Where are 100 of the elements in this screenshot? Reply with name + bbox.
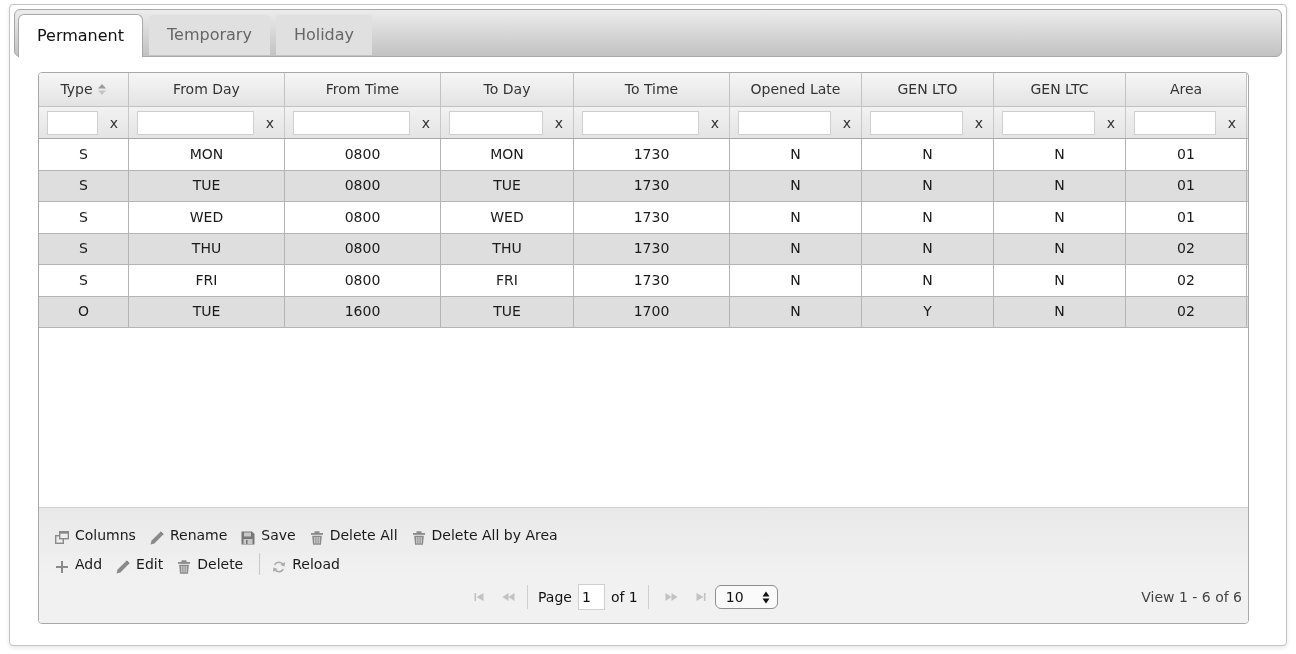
toolbar-button[interactable]: Columns [55, 524, 136, 545]
clear-filter-button[interactable]: x [967, 115, 991, 130]
page-size-select[interactable]: 10 [714, 585, 778, 609]
table-cell: N [862, 170, 994, 201]
clear-filter-button[interactable]: x [703, 115, 727, 130]
column-header[interactable]: Area [1126, 73, 1247, 107]
page-input[interactable]: 1 [577, 584, 605, 610]
table-cell: THU [129, 233, 285, 264]
page-label: Page [538, 587, 572, 607]
filter-input[interactable] [738, 110, 831, 135]
table-cell: N [730, 265, 862, 296]
filter-input[interactable] [293, 110, 410, 135]
toolbar-button[interactable]: Save [241, 524, 296, 545]
column-header[interactable]: From Time [285, 73, 441, 107]
clear-filter-button[interactable]: x [102, 115, 126, 130]
tab[interactable]: Holiday [275, 15, 372, 55]
table-cell: 02 [1126, 296, 1247, 327]
table-cell: WED [129, 202, 285, 233]
table-cell: 01 [1126, 139, 1247, 170]
table-cell: 1730 [574, 202, 730, 233]
table-cell: N [994, 233, 1126, 264]
toolbar-button[interactable]: Delete [177, 554, 244, 575]
clear-filter-button[interactable]: x [835, 115, 859, 130]
table-cell: N [994, 170, 1126, 201]
table-cell: 1700 [574, 296, 730, 327]
tab[interactable]: Permanent [18, 14, 143, 57]
table-cell: 02 [1126, 233, 1247, 264]
table-cell: 01 [1126, 170, 1247, 201]
column-header[interactable]: Type [39, 73, 129, 107]
column-header[interactable]: GEN LTC [994, 73, 1126, 107]
column-header[interactable]: From Day [129, 73, 285, 107]
table-cell: FRI [441, 265, 574, 296]
record-count-text: View 1 - 6 of 6 [1141, 587, 1242, 607]
table-cell: FRI [129, 265, 285, 296]
table-cell: N [994, 296, 1126, 327]
table-cell: N [730, 202, 862, 233]
table-cell: 0800 [285, 139, 441, 170]
table-cell: S [39, 139, 129, 170]
table-cell: TUE [129, 170, 285, 201]
toolbar-button[interactable]: Delete All [309, 524, 398, 545]
table-cell: N [730, 139, 862, 170]
trash-icon [177, 560, 192, 575]
table-cell: MON [129, 139, 285, 170]
table-cell: 1730 [574, 170, 730, 201]
filter-input[interactable] [1134, 110, 1216, 135]
filter-input[interactable] [870, 110, 963, 135]
filter-input[interactable] [582, 110, 699, 135]
table-cell: 0800 [285, 170, 441, 201]
filter-input[interactable] [1002, 110, 1095, 135]
column-header[interactable]: To Day [441, 73, 574, 107]
column-header[interactable]: To Time [574, 73, 730, 107]
plus-icon [55, 560, 69, 575]
table-cell: N [862, 202, 994, 233]
table-cell: 0800 [285, 202, 441, 233]
clear-filter-button[interactable]: x [414, 115, 438, 130]
filter-input[interactable] [449, 110, 543, 135]
table-cell: 0800 [285, 233, 441, 264]
table-cell: N [994, 202, 1126, 233]
table-cell: O [39, 296, 129, 327]
pencil-icon [116, 560, 131, 575]
table-cell: 1730 [574, 233, 730, 264]
toolbar-button[interactable]: Edit [116, 554, 164, 575]
trash-icon [411, 530, 426, 545]
table-cell: 1600 [285, 296, 441, 327]
column-header[interactable]: GEN LTO [862, 73, 994, 107]
table-cell: N [862, 265, 994, 296]
clear-filter-button[interactable]: x [258, 115, 282, 130]
table-cell: TUE [441, 170, 574, 201]
clear-filter-button[interactable]: x [1099, 115, 1123, 130]
filter-input[interactable] [137, 110, 254, 135]
table-cell: 1730 [574, 265, 730, 296]
table-cell: N [862, 233, 994, 264]
column-header[interactable]: Opened Late [730, 73, 862, 107]
table-cell: 1730 [574, 139, 730, 170]
reload-icon [272, 560, 287, 575]
table-cell: N [994, 139, 1126, 170]
toolbar-button[interactable]: Delete All by Area [411, 524, 558, 545]
table-cell: THU [441, 233, 574, 264]
table-cell: 0800 [285, 265, 441, 296]
toolbar-button[interactable]: Add [55, 554, 103, 575]
toolbar-button[interactable]: Rename [149, 524, 228, 545]
table-cell: S [39, 202, 129, 233]
toolbar-button[interactable]: Reload [272, 554, 340, 575]
table-cell: S [39, 265, 129, 296]
clear-filter-button[interactable]: x [1220, 115, 1244, 130]
table-cell: N [862, 139, 994, 170]
table-cell: MON [441, 139, 574, 170]
sort-icon[interactable] [96, 83, 107, 96]
trash-icon [309, 530, 324, 545]
columns-icon [55, 530, 69, 545]
clear-filter-button[interactable]: x [547, 115, 571, 130]
table-cell: 01 [1126, 202, 1247, 233]
table-cell: S [39, 170, 129, 201]
page-count-label: of 1 [610, 587, 638, 607]
filter-input[interactable] [47, 110, 98, 135]
table-cell: N [730, 296, 862, 327]
table-cell: N [994, 265, 1126, 296]
tab[interactable]: Temporary [149, 15, 270, 55]
pencil-icon [149, 530, 164, 545]
table-cell: N [730, 170, 862, 201]
